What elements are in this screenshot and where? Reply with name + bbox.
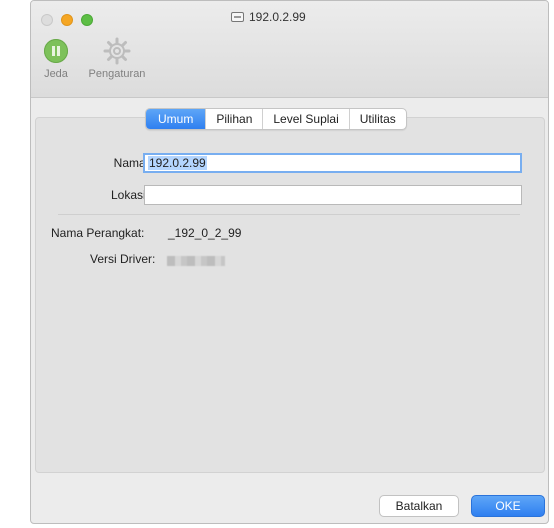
pause-button[interactable]: Jeda [41, 39, 71, 80]
window-title-text: 192.0.2.99 [249, 10, 306, 24]
printer-window: 192.0.2.99 Jeda Pengaturan Umum Pilihan … [30, 0, 549, 524]
minimize-button[interactable] [61, 14, 73, 26]
cancel-button[interactable]: Batalkan [379, 495, 459, 517]
settings-label: Pengaturan [88, 68, 146, 80]
close-button[interactable] [41, 14, 53, 26]
ok-button[interactable]: OKE [471, 495, 545, 517]
tab-options[interactable]: Pilihan [205, 109, 262, 129]
pause-label: Jeda [44, 68, 68, 80]
printer-icon [231, 12, 244, 22]
device-name-label: Nama Perangkat: [51, 226, 145, 240]
tab-utilities[interactable]: Utilitas [348, 109, 406, 129]
window-title: 192.0.2.99 [231, 10, 306, 24]
name-field[interactable]: 192.0.2.99 [143, 153, 522, 173]
tab-supply-levels[interactable]: Level Suplai [262, 109, 348, 129]
settings-button[interactable]: Pengaturan [81, 37, 153, 80]
pause-icon [44, 39, 68, 63]
name-label: Nama: [113, 156, 149, 170]
zoom-button[interactable] [81, 14, 93, 26]
device-name-value: _192_0_2_99 [168, 226, 242, 240]
divider [58, 214, 520, 215]
tab-bar: Umum Pilihan Level Suplai Utilitas [145, 108, 407, 130]
driver-version-value-redacted [167, 256, 225, 266]
gear-icon [103, 37, 131, 65]
title-bar: 192.0.2.99 Jeda Pengaturan [31, 1, 548, 98]
location-label: Lokasi: [110, 188, 149, 202]
location-field[interactable] [144, 185, 522, 205]
name-field-value: 192.0.2.99 [148, 156, 207, 170]
tab-general[interactable]: Umum [146, 109, 206, 129]
driver-version-label: Versi Driver: [90, 252, 156, 266]
